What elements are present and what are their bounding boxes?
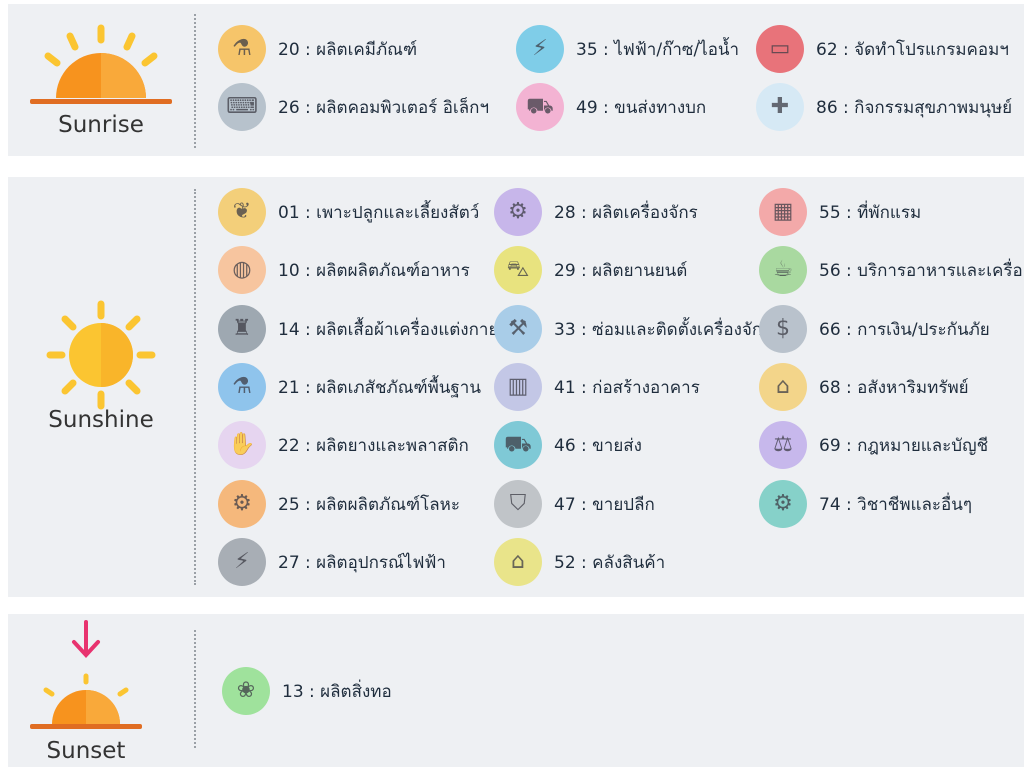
- sunset-divider: [194, 630, 196, 748]
- health-icon: ✚: [756, 83, 804, 131]
- industry-label: 35 : ไฟฟ้า/ก๊าซ/ไอน้ำ: [576, 39, 740, 60]
- industry-label: 21 : ผลิตเภสัชภัณฑ์พื้นฐาน: [278, 377, 481, 398]
- wholesale-icon: ⛟: [494, 421, 542, 469]
- textile-icon: ❀: [222, 667, 270, 715]
- industry-item: ⚡ 27 : ผลิตอุปกรณ์ไฟฟ้า: [218, 537, 446, 587]
- industry-item: ⚗ 21 : ผลิตเภสัชภัณฑ์พื้นฐาน: [218, 362, 481, 412]
- industry-label: 56 : บริการอาหารและเครื่องดื่ม: [819, 260, 1024, 281]
- industry-label: 01 : เพาะปลูกและเลี้ยงสัตว์: [278, 202, 480, 223]
- sunrise-icon: [30, 24, 172, 104]
- industry-label: 27 : ผลิตอุปกรณ์ไฟฟ้า: [278, 552, 446, 573]
- industry-label: 22 : ผลิตยางและพลาสติก: [278, 435, 469, 456]
- warehouse-icon: ⌂: [494, 538, 542, 586]
- industry-item: ⛍ 29 : ผลิตยานยนต์: [494, 245, 687, 295]
- law-accounting-icon: ⚖: [759, 421, 807, 469]
- rubber-plastic-icon: ✋: [218, 421, 266, 469]
- industry-label: 33 : ซ่อมและติดตั้งเครื่องจักร: [554, 319, 772, 340]
- metal-products-icon: ⚙: [218, 480, 266, 528]
- industry-label: 13 : ผลิตสิ่งทอ: [282, 681, 392, 702]
- industry-label: 46 : ขายส่ง: [554, 435, 642, 456]
- finance-icon: $: [759, 305, 807, 353]
- industry-label: 14 : ผลิตเสื้อผ้าเครื่องแต่งกาย: [278, 319, 499, 340]
- industry-label: 29 : ผลิตยานยนต์: [554, 260, 688, 281]
- professional-icon: ⚙: [759, 480, 807, 528]
- sunshine-section: Sunshine ❦ 01 : เพาะปลูกและเลี้ยงสัตว์ ⚙ 28…: [8, 177, 1024, 597]
- sunrise-symbol: Sunrise: [8, 4, 194, 156]
- computer-electronics-icon: ⌨: [218, 83, 266, 131]
- sunrise-industry-grid: ⚗ 20 : ผลิตเคมีภัณฑ์ ⚡ 35 : ไฟฟ้า/ก๊าซ/ไอน้…: [204, 4, 1024, 156]
- sunrise-section: Sunrise ⚗ 20 : ผลิตเคมีภัณฑ์ ⚡ 35 : ไฟฟ้า/ก…: [8, 4, 1024, 156]
- industry-item: ◍ 10 : ผลิตผลิตภัณฑ์อาหาร: [218, 245, 470, 295]
- industry-label: 47 : ขายปลีก: [554, 494, 655, 515]
- hotel-icon: ▦: [759, 188, 807, 236]
- industry-label: 62 : จัดทำโปรแกรมคอมฯ: [816, 39, 1009, 60]
- industry-item: ⌨ 26 : ผลิตคอมพิวเตอร์ อิเล็กฯ: [218, 82, 489, 132]
- industry-item: ⛉ 47 : ขายปลีก: [494, 479, 655, 529]
- industry-item: ⛟ 49 : ขนส่งทางบก: [516, 82, 706, 132]
- sunshine-label: Sunshine: [48, 407, 154, 433]
- industry-label: 68 : อสังหาริมทรัพย์: [819, 377, 969, 398]
- industry-item: ♜ 14 : ผลิตเสื้อผ้าเครื่องแต่งกาย: [218, 304, 498, 354]
- real-estate-icon: ⌂: [759, 363, 807, 411]
- industry-item: ⚙ 28 : ผลิตเครื่องจักร: [494, 187, 698, 237]
- industry-label: 69 : กฎหมายและบัญชี: [819, 435, 989, 456]
- sunset-industry-grid: ❀ 13 : ผลิตสิ่งทอ: [204, 614, 1024, 767]
- industry-label: 20 : ผลิตเคมีภัณฑ์: [278, 39, 418, 60]
- industry-item: ▥ 41 : ก่อสร้างอาคาร: [494, 362, 700, 412]
- chemical-factory-icon: ⚗: [218, 25, 266, 73]
- electrical-equipment-icon: ⚡: [218, 538, 266, 586]
- sunshine-symbol: Sunshine: [8, 177, 194, 597]
- food-products-icon: ◍: [218, 246, 266, 294]
- industry-item: ⚗ 20 : ผลิตเคมีภัณฑ์: [218, 24, 417, 74]
- industry-label: 41 : ก่อสร้างอาคาร: [554, 377, 700, 398]
- industry-label: 86 : กิจกรรมสุขภาพมนุษย์: [816, 97, 1013, 118]
- sunshine-divider: [194, 189, 196, 585]
- building-construction-icon: ▥: [494, 363, 542, 411]
- machinery-icon: ⚙: [494, 188, 542, 236]
- industry-item: ⚖ 69 : กฎหมายและบัญชี: [759, 420, 988, 470]
- industry-label: 49 : ขนส่งทางบก: [576, 97, 707, 118]
- industry-label: 28 : ผลิตเครื่องจักร: [554, 202, 698, 223]
- sunshine-icon: [46, 300, 156, 410]
- land-transport-icon: ⛟: [516, 83, 564, 131]
- sunrise-label: Sunrise: [58, 112, 144, 138]
- industry-label: 25 : ผลิตผลิตภัณฑ์โลหะ: [278, 494, 460, 515]
- industry-label: 55 : ที่พักแรม: [819, 202, 922, 223]
- garment-icon: ♜: [218, 305, 266, 353]
- pharmaceutical-icon: ⚗: [218, 363, 266, 411]
- industry-item: ▭ 62 : จัดทำโปรแกรมคอมฯ: [756, 24, 1009, 74]
- machine-repair-icon: ⚒: [494, 305, 542, 353]
- industry-item: ⚡ 35 : ไฟฟ้า/ก๊าซ/ไอน้ำ: [516, 24, 739, 74]
- sunset-label: Sunset: [46, 738, 126, 764]
- industry-item: ☕ 56 : บริการอาหารและเครื่องดื่ม: [759, 245, 1024, 295]
- industry-item: ⚙ 74 : วิชาชีพและอื่นๆ: [759, 479, 972, 529]
- sunset-icon: [30, 620, 142, 729]
- industry-item: ⌂ 68 : อสังหาริมทรัพย์: [759, 362, 969, 412]
- industry-item: ⚙ 25 : ผลิตผลิตภัณฑ์โลหะ: [218, 479, 460, 529]
- industry-item: $66 : การเงิน/ประกันภัย: [759, 304, 990, 354]
- automotive-icon: ⛍: [494, 246, 542, 294]
- industry-label: 26 : ผลิตคอมพิวเตอร์ อิเล็กฯ: [278, 97, 489, 118]
- sunset-symbol: Sunset: [8, 614, 194, 767]
- agriculture-icon: ❦: [218, 188, 266, 236]
- sunrise-divider: [194, 14, 196, 148]
- computer-program-icon: ▭: [756, 25, 804, 73]
- industry-label: 66 : การเงิน/ประกันภัย: [819, 319, 990, 340]
- industry-label: 52 : คลังสินค้า: [554, 552, 666, 573]
- industry-item: ✚ 86 : กิจกรรมสุขภาพมนุษย์: [756, 82, 1012, 132]
- industry-item: ▦ 55 : ที่พักแรม: [759, 187, 921, 237]
- retail-icon: ⛉: [494, 480, 542, 528]
- industry-item: ✋ 22 : ผลิตยางและพลาสติก: [218, 420, 469, 470]
- industry-item: ⛟ 46 : ขายส่ง: [494, 420, 642, 470]
- energy-icon: ⚡: [516, 25, 564, 73]
- industry-item: ⚒ 33 : ซ่อมและติดตั้งเครื่องจักร: [494, 304, 771, 354]
- industry-item: ⌂ 52 : คลังสินค้า: [494, 537, 665, 587]
- sunset-section: Sunset ❀ 13 : ผลิตสิ่งทอ: [8, 614, 1024, 767]
- food-service-icon: ☕: [759, 246, 807, 294]
- sunshine-industry-grid: ❦ 01 : เพาะปลูกและเลี้ยงสัตว์ ⚙ 28 : ผลิตเค…: [204, 177, 1024, 597]
- industry-label: 74 : วิชาชีพและอื่นๆ: [819, 494, 973, 515]
- industry-item: ❦ 01 : เพาะปลูกและเลี้ยงสัตว์: [218, 187, 479, 237]
- industry-item: ❀ 13 : ผลิตสิ่งทอ: [222, 666, 392, 716]
- industry-label: 10 : ผลิตผลิตภัณฑ์อาหาร: [278, 260, 470, 281]
